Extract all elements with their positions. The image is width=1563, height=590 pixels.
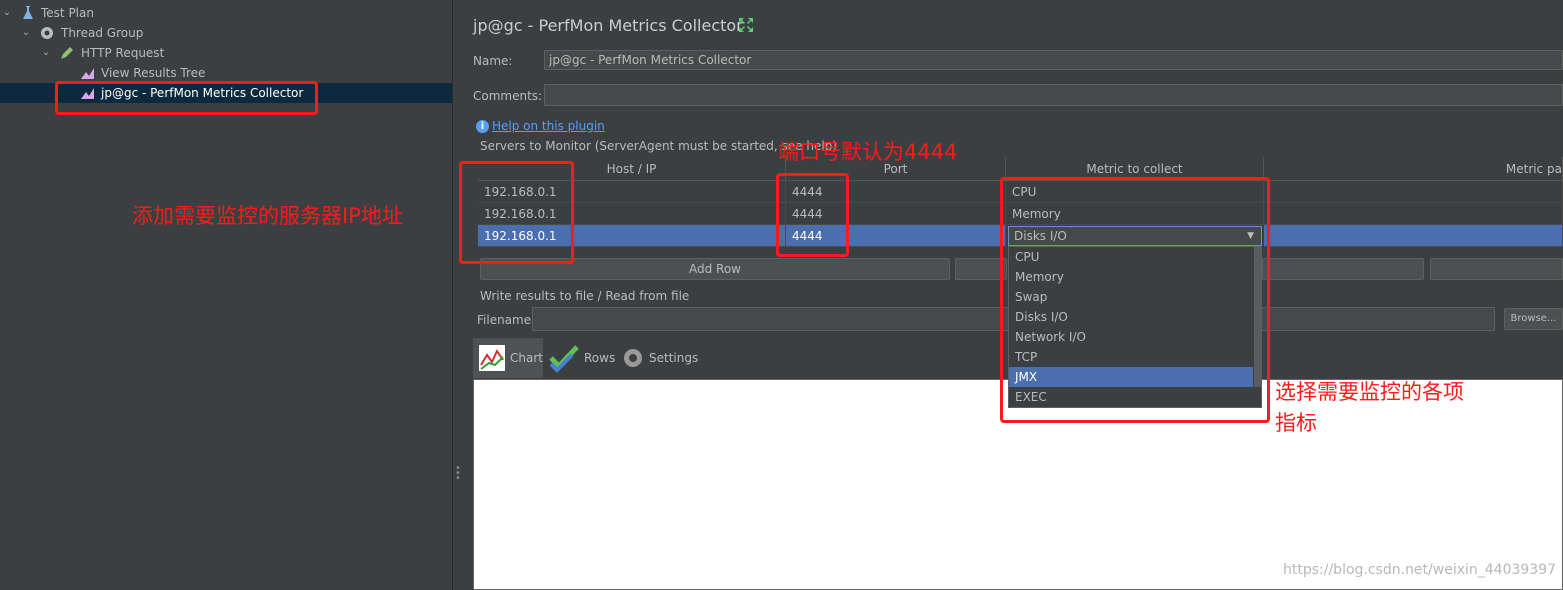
help-link[interactable]: Help on this plugin	[492, 119, 605, 133]
column-header-metric-params[interactable]: Metric pa	[1264, 157, 1563, 181]
gear-icon	[621, 346, 645, 370]
annotation-ip-note: 添加需要监控的服务器IP地址	[132, 204, 403, 228]
tab-rows[interactable]: Rows	[548, 338, 618, 378]
tree-item-http-request[interactable]: ⌄ HTTP Request	[0, 43, 440, 63]
write-results-label: Write results to file / Read from file	[480, 289, 690, 303]
flask-icon	[20, 5, 36, 21]
toolbar-button[interactable]	[1430, 258, 1563, 280]
info-icon: i	[476, 120, 489, 133]
name-field[interactable]: jp@gc - PerfMon Metrics Collector	[544, 50, 1563, 70]
chart-icon	[479, 345, 505, 371]
pen-icon	[59, 45, 75, 61]
watermark: https://blog.csdn.net/weixin_44039397	[1283, 562, 1557, 578]
tree-item-test-plan[interactable]: ⌄ Test Plan	[0, 3, 440, 23]
cell-metric-params[interactable]	[1264, 203, 1563, 225]
annotation-box-metric	[1000, 177, 1270, 423]
tab-chart[interactable]: Chart	[477, 338, 543, 378]
annotation-box-port	[776, 173, 849, 257]
annotation-metric-note-line2: 指标	[1275, 411, 1317, 435]
splitter-grip-icon[interactable]: • • •	[455, 464, 461, 484]
tree-item-thread-group[interactable]: ⌄ Thread Group	[0, 23, 440, 43]
name-label: Name:	[473, 54, 513, 68]
annotation-box-collector	[55, 81, 318, 115]
comments-label: Comments:	[473, 89, 543, 103]
filename-label: Filename	[477, 313, 532, 327]
panel-title: jp@gc - PerfMon Metrics Collector	[473, 16, 743, 35]
toolbar-button[interactable]	[1262, 258, 1424, 280]
chevron-down-icon[interactable]: ⌄	[39, 43, 53, 63]
chevron-down-icon[interactable]: ⌄	[19, 23, 33, 43]
annotation-port-note: 端口号默认为4444	[778, 140, 958, 164]
graph-icon	[80, 65, 96, 81]
browse-button[interactable]: Browse...	[1504, 308, 1563, 330]
cell-metric-params[interactable]	[1264, 181, 1563, 203]
checkmark-icon	[548, 343, 580, 373]
tree-item-view-results-tree[interactable]: View Results Tree	[0, 63, 440, 83]
gear-icon	[39, 25, 55, 41]
cell-metric-params[interactable]	[1264, 225, 1563, 247]
chevron-down-icon[interactable]: ⌄	[0, 3, 14, 23]
annotation-box-host	[459, 161, 574, 264]
tab-settings[interactable]: Settings	[621, 338, 701, 378]
annotation-metric-note-line1: 选择需要监控的各项	[1275, 380, 1464, 404]
expand-icon[interactable]	[737, 16, 755, 34]
comments-field[interactable]	[544, 84, 1563, 106]
